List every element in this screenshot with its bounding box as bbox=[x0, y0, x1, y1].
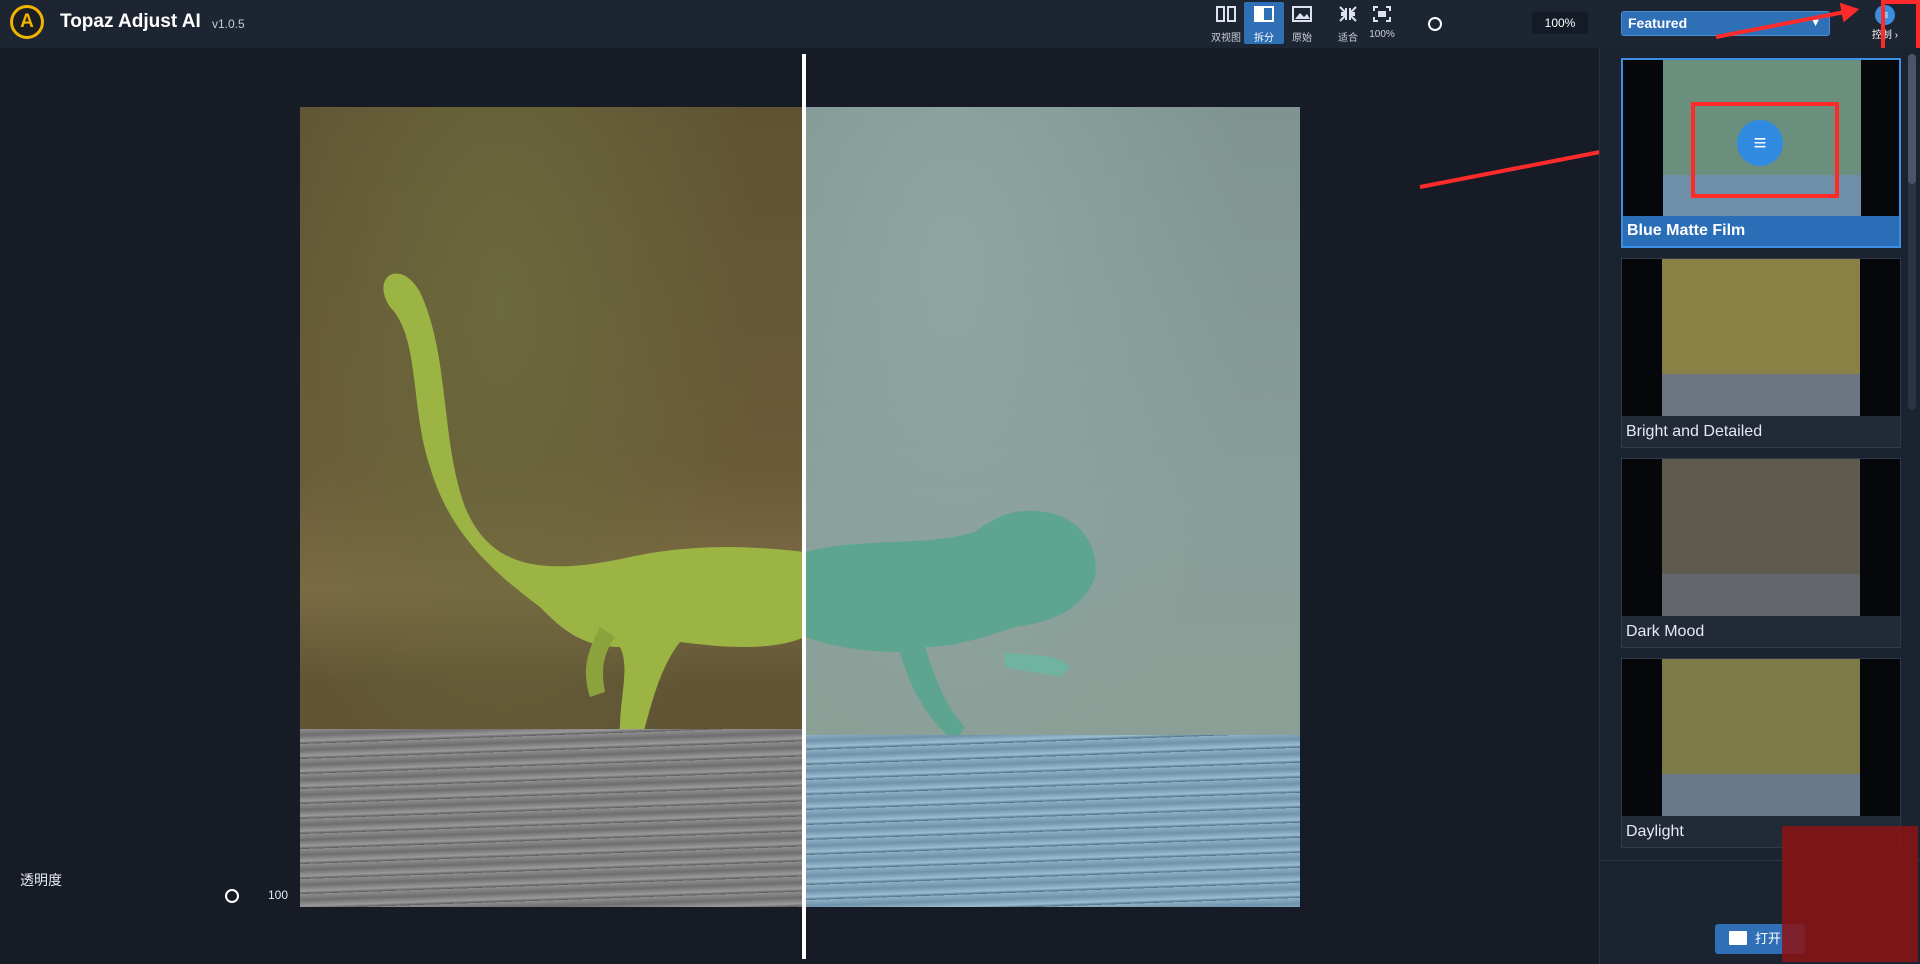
preset-card[interactable]: ≡ Blue Matte Film bbox=[1621, 58, 1901, 248]
preset-preview-floor bbox=[1662, 574, 1860, 616]
preset-name: Blue Matte Film bbox=[1623, 216, 1899, 246]
highlight-box-control bbox=[1881, 0, 1920, 53]
before-image bbox=[300, 107, 805, 907]
opacity-slider-handle[interactable] bbox=[225, 889, 239, 903]
preset-thumbnail bbox=[1622, 659, 1900, 816]
original-label: 原始 bbox=[1292, 33, 1312, 44]
preset-category-value: Featured bbox=[1628, 15, 1688, 31]
preset-thumbnail bbox=[1622, 459, 1900, 616]
after-image bbox=[805, 107, 1300, 907]
folder-icon bbox=[1729, 931, 1747, 945]
dual-view-label: 双视图 bbox=[1211, 33, 1241, 44]
preset-preview-image bbox=[1662, 459, 1860, 616]
preset-name: Bright and Detailed bbox=[1626, 423, 1763, 440]
top-bar: A Topaz Adjust AI v1.0.5 双视图 拆分 原始 适合 10… bbox=[0, 0, 1920, 49]
opacity-value: 100 bbox=[268, 888, 289, 902]
zoom-level[interactable]: 100% bbox=[1532, 12, 1588, 34]
split-view-icon bbox=[1244, 4, 1284, 28]
opacity-label: 透明度 bbox=[20, 872, 62, 888]
preset-card[interactable]: Bright and Detailed bbox=[1621, 258, 1901, 448]
dual-view-icon bbox=[1206, 4, 1246, 28]
app-logo: A bbox=[10, 5, 44, 39]
highlight-box-adjust bbox=[1691, 102, 1839, 198]
image-icon bbox=[1282, 4, 1322, 28]
preset-preview-floor bbox=[1662, 374, 1860, 416]
preset-name: Dark Mood bbox=[1626, 623, 1705, 640]
scrollbar-thumb[interactable] bbox=[1908, 54, 1916, 184]
split-button[interactable]: 拆分 bbox=[1244, 2, 1284, 44]
actual-size-button[interactable]: 100% bbox=[1362, 2, 1402, 44]
open-button-label: 打开 bbox=[1755, 931, 1782, 946]
red-seal-stamp bbox=[1782, 826, 1918, 962]
dual-view-button[interactable]: 双视图 bbox=[1206, 2, 1246, 44]
preset-preview-image bbox=[1662, 259, 1860, 416]
split-divider-handle[interactable] bbox=[802, 54, 806, 959]
original-button[interactable]: 原始 bbox=[1282, 2, 1322, 44]
preset-card[interactable]: Dark Mood bbox=[1621, 458, 1901, 648]
preset-thumbnail: ≡ bbox=[1623, 60, 1899, 217]
split-label: 拆分 bbox=[1254, 33, 1274, 44]
preset-preview-image bbox=[1662, 659, 1860, 816]
actual-size-icon bbox=[1362, 4, 1402, 28]
preset-card[interactable]: Daylight bbox=[1621, 658, 1901, 848]
loading-indicator-icon bbox=[1428, 17, 1442, 31]
actual-size-label: 100% bbox=[1369, 29, 1395, 40]
wood-log-after bbox=[805, 735, 1300, 907]
wood-log-before bbox=[300, 729, 805, 907]
preset-preview-floor bbox=[1662, 774, 1860, 816]
preset-thumbnail bbox=[1622, 259, 1900, 416]
app-title: Topaz Adjust AI bbox=[60, 11, 201, 32]
app-version: v1.0.5 bbox=[212, 17, 245, 31]
